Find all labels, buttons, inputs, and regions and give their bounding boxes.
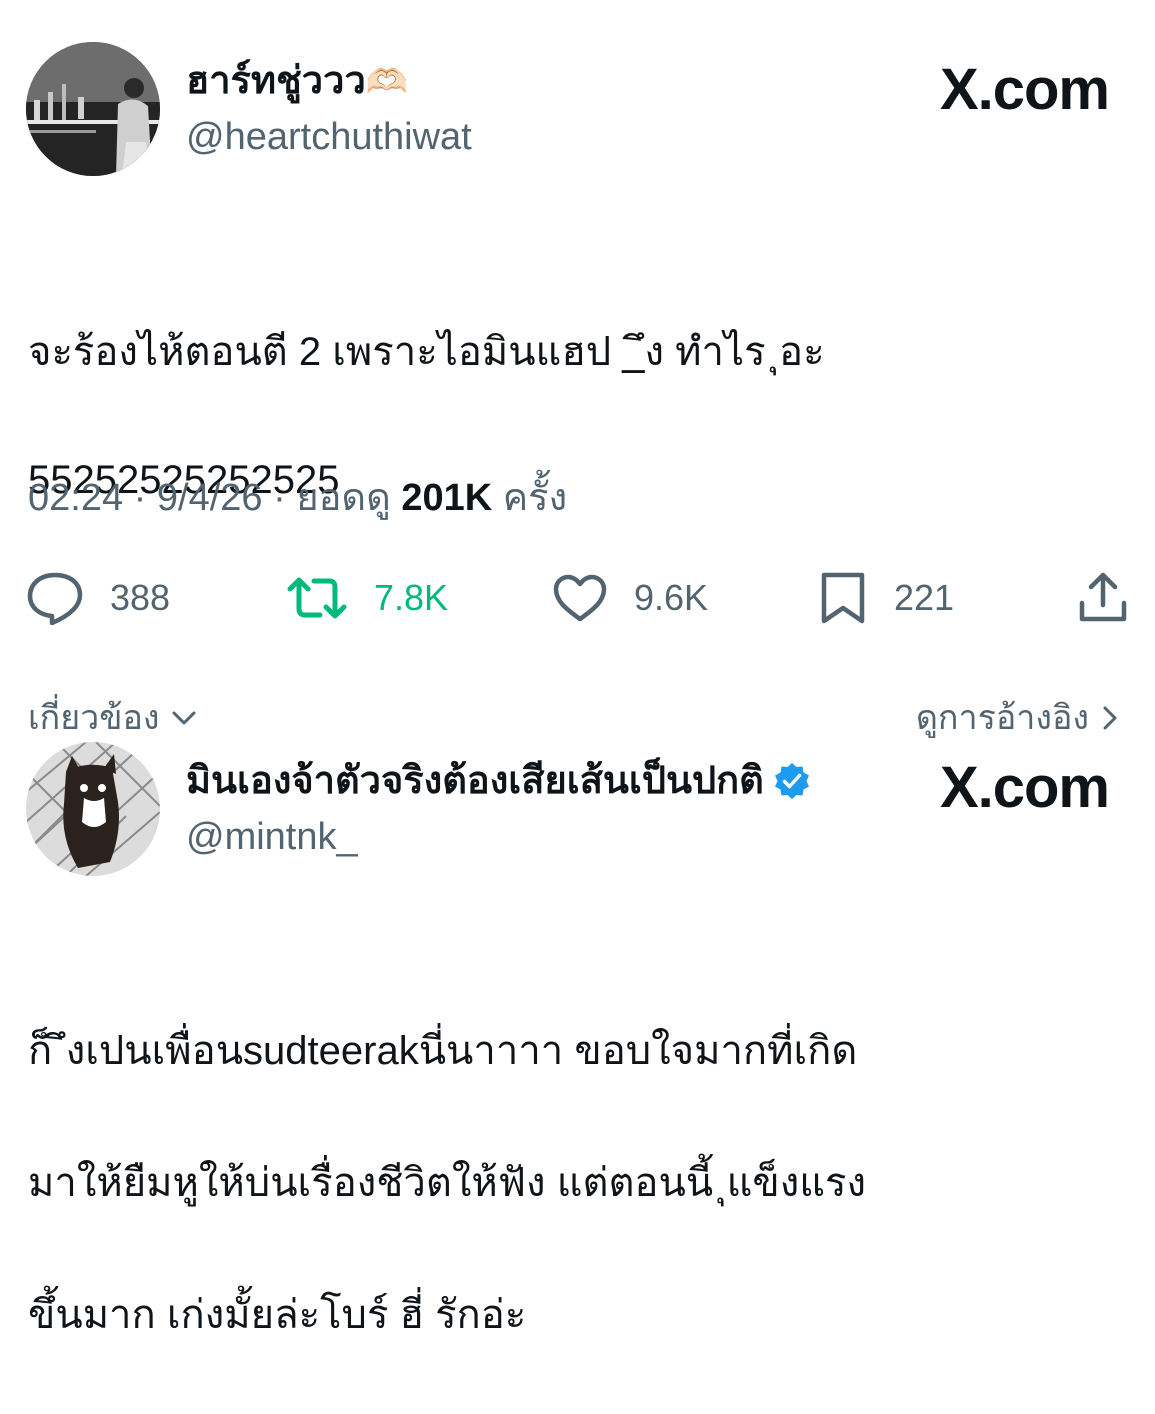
reply-button[interactable]: 388 bbox=[26, 568, 170, 628]
quoted-text-line: มาให้ยืมหูให้บ่นเรื่องชีวิตให้ฟัง แต่ตอน… bbox=[28, 1161, 867, 1205]
share-icon bbox=[1076, 571, 1155, 625]
author-handle[interactable]: @heartchuthiwat bbox=[186, 114, 472, 160]
view-quotes-label: ดูการอ้างอิง bbox=[915, 699, 1089, 737]
x-brand-logo: X.com bbox=[939, 57, 1110, 122]
reply-count: 388 bbox=[110, 577, 171, 618]
chevron-down-icon bbox=[172, 711, 196, 725]
quoted-author-name-text: มินเองจ้าตัวจริงต้องเสียเส้นเป็นปกติ bbox=[186, 760, 764, 802]
bookmark-button[interactable]: 221 bbox=[818, 568, 954, 628]
views-count: 201K bbox=[401, 477, 493, 519]
author-name[interactable]: ฮาร์ทชู่ววว🫶🏻 bbox=[186, 57, 408, 106]
tweet-date[interactable]: 9/4/26 bbox=[157, 477, 263, 519]
reply-icon bbox=[26, 571, 110, 625]
related-toggle[interactable]: เกี่ยวข้อง bbox=[28, 696, 197, 740]
x-brand-logo: X.com bbox=[939, 755, 1110, 820]
author-name-text: ฮาร์ทชู่ววว bbox=[186, 60, 366, 102]
share-button[interactable] bbox=[1076, 568, 1155, 628]
like-icon bbox=[552, 573, 634, 623]
like-count: 9.6K bbox=[634, 577, 709, 618]
tweet-meta: 02:24 · 9/4/26 · ยอดดู 201K ครั้ง bbox=[28, 474, 567, 522]
like-button[interactable]: 9.6K bbox=[552, 568, 708, 628]
quoted-author-name[interactable]: มินเองจ้าตัวจริงต้องเสียเส้นเป็นปกติ bbox=[186, 757, 812, 805]
views-prefix: ยอดดู bbox=[296, 477, 391, 519]
related-label: เกี่ยวข้อง bbox=[28, 699, 160, 737]
quoted-text-line: ขึ้นมาก เก่งมั้ยล่ะโบร์ ฮี่ รักอ่ะ bbox=[28, 1293, 527, 1337]
repost-icon bbox=[286, 573, 374, 623]
repost-count: 7.8K bbox=[374, 577, 449, 618]
quoted-text-line: ก็ ึงเปนเพื่อนsudteerakนี่นาาาา ขอบใจมาก… bbox=[28, 1029, 858, 1073]
meta-separator: · bbox=[273, 477, 297, 519]
bookmark-count: 221 bbox=[894, 577, 955, 618]
repost-button[interactable]: 7.8K bbox=[286, 568, 448, 628]
verified-badge-icon bbox=[774, 763, 809, 799]
quoted-author-handle[interactable]: @mintnk_ bbox=[186, 814, 358, 860]
quoted-author-avatar[interactable] bbox=[26, 742, 160, 876]
heart-hands-emoji: 🫶🏻 bbox=[365, 63, 409, 101]
tweet-text: จะร้องไห้ตอนตี 2 เพราะไอมินแฮป _ึง ทำไร … bbox=[28, 256, 825, 576]
author-avatar[interactable] bbox=[26, 42, 160, 176]
bookmark-icon bbox=[818, 571, 894, 625]
chevron-right-icon bbox=[1103, 706, 1117, 730]
meta-separator: · bbox=[133, 477, 157, 519]
tweet-text-line: จะร้องไห้ตอนตี 2 เพราะไอมินแฮป _ึง ทำไร … bbox=[28, 330, 825, 374]
tweet-time[interactable]: 02:24 bbox=[28, 477, 123, 519]
quoted-tweet-text: ก็ ึงเปนเพื่อนsudteerakนี่นาาาา ขอบใจมาก… bbox=[28, 952, 866, 1414]
view-quotes-link[interactable]: ดูการอ้างอิง bbox=[916, 696, 1119, 740]
views-suffix: ครั้ง bbox=[502, 477, 568, 519]
